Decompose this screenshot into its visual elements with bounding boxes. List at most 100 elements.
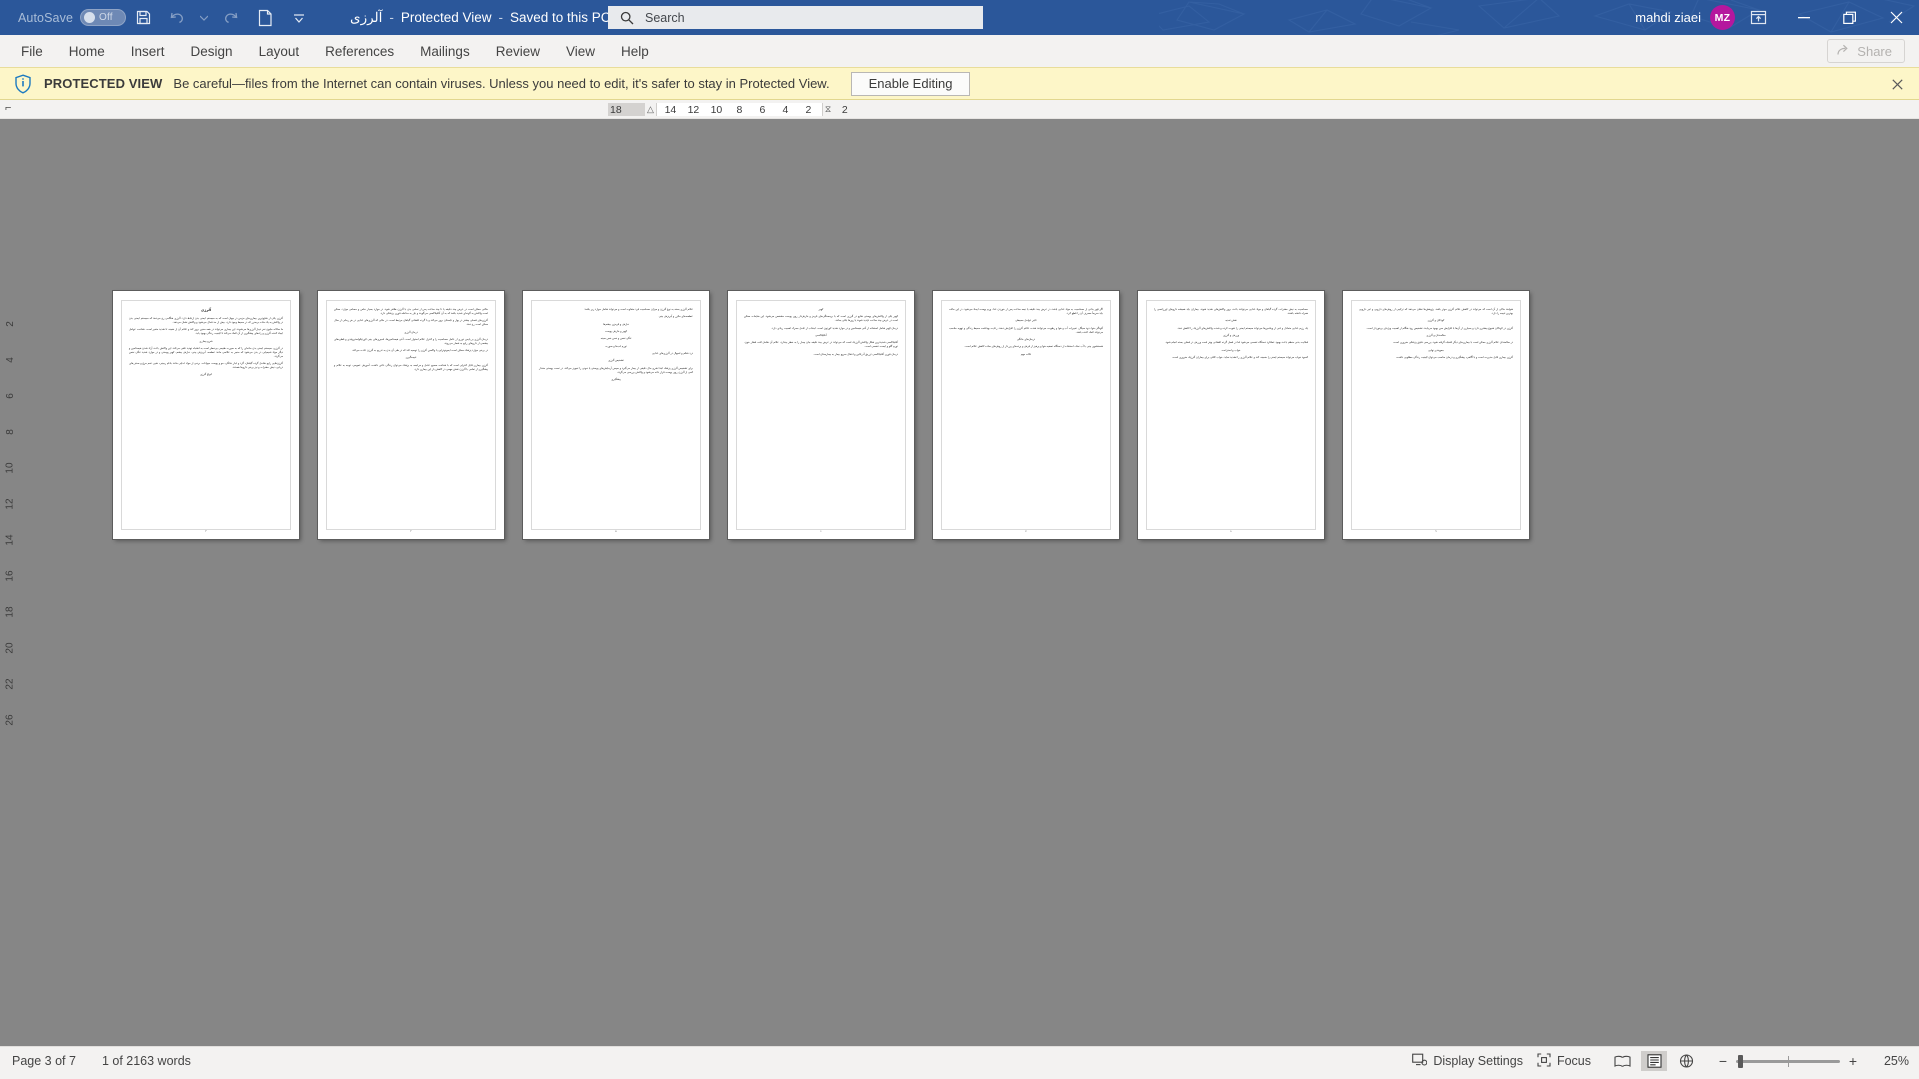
ruler-tick-14: 14	[664, 103, 677, 116]
share-button[interactable]: Share	[1827, 39, 1905, 63]
autosave-toggle-group[interactable]: AutoSave Off	[18, 9, 127, 26]
focus-icon	[1537, 1052, 1551, 1070]
ruler-text-area[interactable]: 14 12 10 8 6 4 2	[655, 103, 823, 116]
page-thumbnail[interactable]: کهیر کهیر یکی از واکنش‌های پوستی شایع در …	[728, 291, 914, 539]
page-thumbnails-row[interactable]: آلرژی آلرژی یکی از شایع‌ترین بیماری‌های م…	[113, 291, 1529, 539]
close-banner-icon[interactable]	[1888, 75, 1906, 93]
print-layout-icon[interactable]	[1641, 1051, 1667, 1071]
focus-button[interactable]: Focus	[1537, 1052, 1591, 1070]
page-subheading: نقش تغذیه	[1225, 319, 1237, 323]
page-paragraph: فعالیت بدنی منظم باعث بهبود عملکرد دستگا…	[1165, 341, 1308, 345]
web-layout-icon[interactable]	[1673, 1051, 1699, 1071]
page-paragraph: حالتی ممکن است در عرض چند دقیقه یا تا چن…	[334, 308, 488, 315]
zoom-in-button[interactable]: +	[1847, 1053, 1859, 1069]
user-name-label[interactable]: mahdi ziaei	[1635, 10, 1701, 25]
tab-stop-selector-icon[interactable]: ⌐	[5, 102, 11, 114]
ribbon-display-options-icon[interactable]	[1735, 0, 1781, 35]
close-button[interactable]	[1873, 0, 1919, 35]
undo-dropdown-caret-icon[interactable]	[194, 3, 214, 33]
display-settings-icon	[1412, 1053, 1428, 1070]
minimize-button[interactable]	[1781, 0, 1827, 35]
vruler-tick-6: 6	[4, 393, 16, 399]
page-text-area: اگر قهر بدانی از حساسیت به مواد غذایی با…	[941, 300, 1111, 530]
page-text-area: حالتی ممکن است در عرض چند دقیقه یا تا چن…	[326, 300, 496, 530]
page-thumbnail[interactable]: علائم آلرژی بسته به نوع آلرژن و میزان حس…	[523, 291, 709, 539]
page-number: ۸	[1230, 530, 1232, 533]
display-settings-button[interactable]: Display Settings	[1412, 1053, 1523, 1070]
page-thumbnail[interactable]: آلرژی آلرژی یکی از شایع‌ترین بیماری‌های م…	[113, 291, 299, 539]
page-status[interactable]: Page 3 of 7	[12, 1054, 76, 1068]
zoom-slider-thumb[interactable]	[1738, 1054, 1743, 1068]
page-paragraph: درمان کهیر شامل استفاده از آنتی هیستامین…	[771, 326, 898, 330]
page-paragraph: عطسه‌های مکرر و آبریزش بینی	[658, 315, 693, 319]
page-thumbnail[interactable]: حالتی ممکن است در عرض چند دقیقه یا تا چن…	[318, 291, 504, 539]
page-paragraph: آلرژی یکی از شایع‌ترین بیماری‌های مزمن د…	[129, 317, 283, 324]
tab-file[interactable]: File	[10, 40, 54, 63]
zoom-out-button[interactable]: −	[1717, 1053, 1729, 1069]
tab-mailings[interactable]: Mailings	[409, 40, 481, 63]
restore-button[interactable]	[1827, 0, 1873, 35]
protected-view-label: Protected View	[400, 10, 492, 25]
ruler-tick-8: 8	[736, 103, 743, 116]
page-paragraph: درد شکم و اسهال در آلرژی‌های غذایی	[651, 351, 693, 355]
vruler-tick-18: 18	[4, 606, 16, 618]
vertical-ruler[interactable]: 2 4 6 8 10 12 14 16 18 20 22 26	[0, 306, 20, 776]
tab-insert[interactable]: Insert	[120, 40, 176, 63]
page-thumbnail[interactable]: شواهد حاکی از آن است که می‌تواند در کاهش…	[1343, 291, 1529, 539]
ruler-tick-6: 6	[759, 103, 766, 116]
tab-review[interactable]: Review	[485, 40, 551, 63]
redo-icon[interactable]	[214, 3, 248, 33]
page-paragraph: آلرژی بیماری قابل مدیریت است و با آگاهی،…	[1395, 355, 1513, 359]
saved-state-label[interactable]: Saved to this PC	[510, 10, 611, 25]
view-mode-group[interactable]	[1609, 1051, 1699, 1071]
page-subheading: خارش و قرمزی چشم‌ها	[603, 322, 629, 326]
save-icon[interactable]	[126, 3, 160, 33]
ruler-track[interactable]: 18 △ 14 12 10 8 6 4 2 ⧖ 2	[608, 101, 1916, 118]
autosave-state: Off	[99, 12, 113, 23]
zoom-slider-group[interactable]: − +	[1717, 1053, 1859, 1069]
tab-help[interactable]: Help	[610, 40, 660, 63]
vruler-tick-8: 8	[4, 429, 16, 435]
vruler-tick-26: 26	[4, 714, 16, 726]
right-indent-marker-icon[interactable]: ⧖	[825, 104, 831, 115]
search-box[interactable]	[608, 6, 983, 29]
left-indent-marker-icon[interactable]: △	[647, 104, 654, 115]
autosave-label: AutoSave	[18, 10, 74, 25]
tab-layout[interactable]: Layout	[248, 40, 311, 63]
new-document-icon[interactable]	[248, 3, 282, 33]
page-paragraph: آلرژی در کودکان شیوع بیشتری دارد و بسیار…	[1366, 326, 1513, 330]
page-thumbnail[interactable]: حساسیت به نیش حشرات، گرده گیاهان و مواد …	[1138, 291, 1324, 539]
document-canvas[interactable]: 2 4 6 8 10 12 14 16 18 20 22 26 آلرژی آلر…	[0, 119, 1919, 1046]
autosave-switch[interactable]: Off	[80, 9, 127, 26]
page-thumbnail[interactable]: اگر قهر بدانی از حساسیت به مواد غذایی با…	[933, 291, 1119, 539]
enable-editing-button[interactable]: Enable Editing	[850, 71, 971, 96]
vruler-tick-16: 16	[4, 570, 16, 582]
tab-references[interactable]: References	[314, 40, 405, 63]
zoom-slider-midpoint	[1788, 1055, 1789, 1067]
tab-design[interactable]: Design	[180, 40, 244, 63]
page-number: ۶	[820, 530, 822, 533]
undo-icon[interactable]	[160, 3, 194, 33]
search-input[interactable]	[643, 9, 943, 26]
page-subheading: ورزش و آلرژی	[1222, 333, 1240, 337]
page-subheading: درمان‌های خانگی	[1016, 337, 1036, 341]
word-count[interactable]: 1 of 2163 words	[102, 1054, 191, 1068]
focus-label: Focus	[1556, 1054, 1591, 1068]
page-paragraph: در سالمندان علائم آلرژی ممکن است با بیما…	[1392, 341, 1513, 345]
avatar[interactable]: MZ	[1710, 5, 1735, 30]
page-subheading: کودکان و آلرژی	[1427, 319, 1445, 323]
page-subheading: انواع آلرژی	[199, 373, 213, 377]
ruler-tick-right-2: 2	[841, 103, 848, 116]
zoom-level-label[interactable]: 25%	[1873, 1054, 1909, 1068]
search-icon	[620, 11, 634, 25]
protected-view-message: Be careful—files from the Internet can c…	[173, 76, 830, 91]
read-mode-icon[interactable]	[1609, 1051, 1635, 1071]
vruler-tick-10: 10	[4, 462, 16, 474]
zoom-slider-track[interactable]	[1736, 1054, 1840, 1068]
customize-quick-access-icon[interactable]	[282, 3, 316, 33]
tab-home[interactable]: Home	[58, 40, 116, 63]
horizontal-ruler[interactable]: ⌐ 18 △ 14 12 10 8 6 4 2 ⧖ 2	[0, 100, 1919, 119]
tab-view[interactable]: View	[555, 40, 606, 63]
page-paragraph: ما سالانه ملیون نفر دچار آلرژی‌ها می‌شون…	[129, 328, 283, 336]
page-paragraph: کهیر یکی از واکنش‌های پوستی شایع در آلرژ…	[744, 315, 898, 323]
